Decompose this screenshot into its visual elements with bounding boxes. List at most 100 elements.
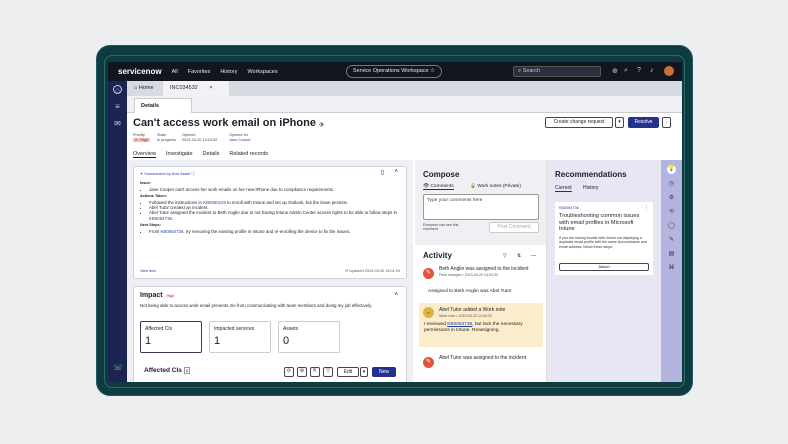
article-title[interactable]: Troubleshooting common issues with email… <box>559 213 649 233</box>
screen: servicenow All Favorites History Workspa… <box>108 62 682 382</box>
subtab-investigate[interactable]: Investigate <box>166 151 193 158</box>
nav-favorites[interactable]: Favorites <box>188 69 211 75</box>
tile-value: 1 <box>214 335 221 347</box>
affected-cis-count: 1 <box>183 367 190 374</box>
refresh-icon[interactable]: ⟳ <box>284 367 294 377</box>
search-input[interactable]: ⌕ Search <box>513 66 601 77</box>
assets-tile[interactable]: Assets 0 <box>278 321 340 353</box>
impacted-services-tile[interactable]: Impacted services 1 <box>209 321 271 353</box>
state-value: In progress <box>157 138 176 142</box>
network-icon[interactable]: ⌘ <box>667 264 676 273</box>
recommendations-title: Recommendations <box>555 170 627 179</box>
visibility-note: Everyone can see this comment <box>423 223 459 231</box>
attach-button[interactable]: Attach <box>559 263 649 271</box>
impact-card: Impact High ˄ Not being able to access w… <box>133 286 407 382</box>
kb-number[interactable]: KB0064736 <box>559 206 649 210</box>
nav-history[interactable]: History <box>220 69 237 75</box>
chat-icon[interactable]: ⌕ <box>624 67 628 75</box>
tile-label: Affected CIs <box>145 326 173 332</box>
collapse-icon[interactable]: — <box>531 253 536 259</box>
tile-value: 1 <box>145 335 152 347</box>
close-icon[interactable]: × <box>209 85 212 91</box>
create-change-request-button[interactable]: Create change request <box>545 117 613 128</box>
affected-cis-tile[interactable]: Affected CIs 1 <box>140 321 202 353</box>
summary-card: ✦ Summarized by Now Assist ⓘ ▯ ˄ Issue: … <box>133 166 407 279</box>
impact-level-badge: High <box>166 294 175 298</box>
list-icon[interactable]: ≡ <box>113 102 122 111</box>
affected-cis-heading: Affected CIs 1 <box>144 367 190 374</box>
collapse-icon[interactable]: ˄ <box>394 169 398 175</box>
state-field: State In progress <box>157 133 176 143</box>
affected-cis-title: Affected CIs <box>144 367 182 374</box>
tab-comments[interactable]: 👁 Comments <box>423 184 454 190</box>
tab-incident[interactable]: INC034532 × <box>163 81 229 96</box>
tab-home[interactable]: ⌂ Home <box>127 81 161 96</box>
tab-details[interactable]: Details <box>134 98 192 113</box>
event-title: Abel Tutor was assigned to the incident <box>439 355 526 361</box>
tag-icon[interactable]: ⬗ <box>319 122 324 128</box>
tab-comments-label: Comments <box>430 184 454 189</box>
page-title: Can't access work email on iPhone ⬗ <box>133 117 324 129</box>
tab-current[interactable]: Current <box>555 185 572 192</box>
lightbulb-icon[interactable]: 💡 <box>667 165 676 174</box>
avatar[interactable] <box>664 66 674 76</box>
resolve-button[interactable]: Resolve <box>628 117 659 128</box>
left-rail: ⌂ ≡ ✉ ☏ <box>108 81 127 382</box>
kb-link[interactable]: KB0064736 <box>160 229 183 234</box>
activity-event-work-note: 🔒 Abel Tutor added a Work note Work note … <box>419 303 543 347</box>
edit-dropdown[interactable]: ▾ <box>360 367 368 377</box>
subtab-related-records[interactable]: Related records <box>229 151 268 158</box>
kb-link[interactable]: KB0050119 <box>203 200 226 205</box>
tab-work-notes-label: Work notes (Private) <box>477 184 521 189</box>
edit-icon: ✎ <box>423 268 434 279</box>
kb-link[interactable]: KB0064736 <box>149 216 172 221</box>
event-body: I reviewed KB0064736, but lack the neces… <box>424 322 534 334</box>
opened-for-link[interactable]: Jane Cooper <box>229 138 251 143</box>
collapse-icon[interactable]: ˄ <box>394 292 398 298</box>
export-icon[interactable]: ⇱ <box>310 367 320 377</box>
phone-icon[interactable]: ☏ <box>113 363 123 372</box>
create-change-dropdown[interactable]: ▾ <box>615 117 624 128</box>
more-icon[interactable]: ⋮ <box>644 205 649 211</box>
copy-icon[interactable]: ▯ <box>381 170 384 176</box>
kb-link[interactable]: KB0064736 <box>447 322 472 327</box>
edit-button[interactable]: Edit <box>337 367 359 377</box>
document-icon[interactable]: ▤ <box>667 250 676 259</box>
opened-for-field: Opened for Jane Cooper <box>229 133 251 143</box>
home-icon[interactable]: ⌂ <box>113 85 122 95</box>
bell-icon[interactable]: ♪ <box>650 67 654 74</box>
chat-icon[interactable]: ◯ <box>667 222 676 231</box>
subtab-details[interactable]: Details <box>203 151 220 158</box>
globe-icon[interactable]: ⊕ <box>612 67 618 75</box>
filter-icon[interactable]: ▽ <box>503 253 507 259</box>
event-meta: Work note • 2023-03-20 14:00:32 <box>439 314 492 318</box>
workspace-selector[interactable]: Service Operations Workspace ☆ <box>346 65 442 78</box>
tab-work-notes[interactable]: 🔒 Work notes (Private) <box>470 184 521 189</box>
action-item: Abel Tutor assigned the incident to Beth… <box>149 210 400 221</box>
priority-badge: 2 - High <box>133 138 151 142</box>
new-button[interactable]: New <box>372 367 396 377</box>
settings-icon[interactable]: ⚙ <box>297 367 307 377</box>
post-comment-button[interactable]: Post Comment <box>489 222 539 233</box>
inbox-icon[interactable]: ✉ <box>113 119 122 128</box>
servicenow-logo[interactable]: servicenow <box>118 67 162 76</box>
tab-incident-label: INC034532 <box>170 85 198 91</box>
clock-icon[interactable]: ◷ <box>667 180 676 189</box>
view-less-link[interactable]: View less <box>140 269 156 274</box>
settings-icon[interactable]: ⚙ <box>667 194 676 203</box>
impact-title-text: Impact <box>140 292 163 299</box>
nav-all[interactable]: All <box>172 69 178 75</box>
sync-icon[interactable]: ⟲ <box>667 208 676 217</box>
nav-workspaces[interactable]: Workspaces <box>247 69 277 75</box>
text: From <box>149 228 161 234</box>
text: Followed the instructions in <box>149 199 204 205</box>
edit-icon[interactable]: ✎ <box>667 236 676 245</box>
filter-icon[interactable]: ▽ <box>323 367 333 377</box>
subtab-overview[interactable]: Overview <box>133 151 156 158</box>
sort-icon[interactable]: ⇅ <box>517 253 521 259</box>
help-icon[interactable]: ? <box>637 67 641 74</box>
activity-event: ✎ Beth Anglin was assigned to the incide… <box>419 266 543 296</box>
more-button[interactable]: ⋮ <box>662 117 671 128</box>
tab-history[interactable]: History <box>583 185 599 191</box>
comment-input[interactable]: Type your comments here <box>423 194 539 220</box>
